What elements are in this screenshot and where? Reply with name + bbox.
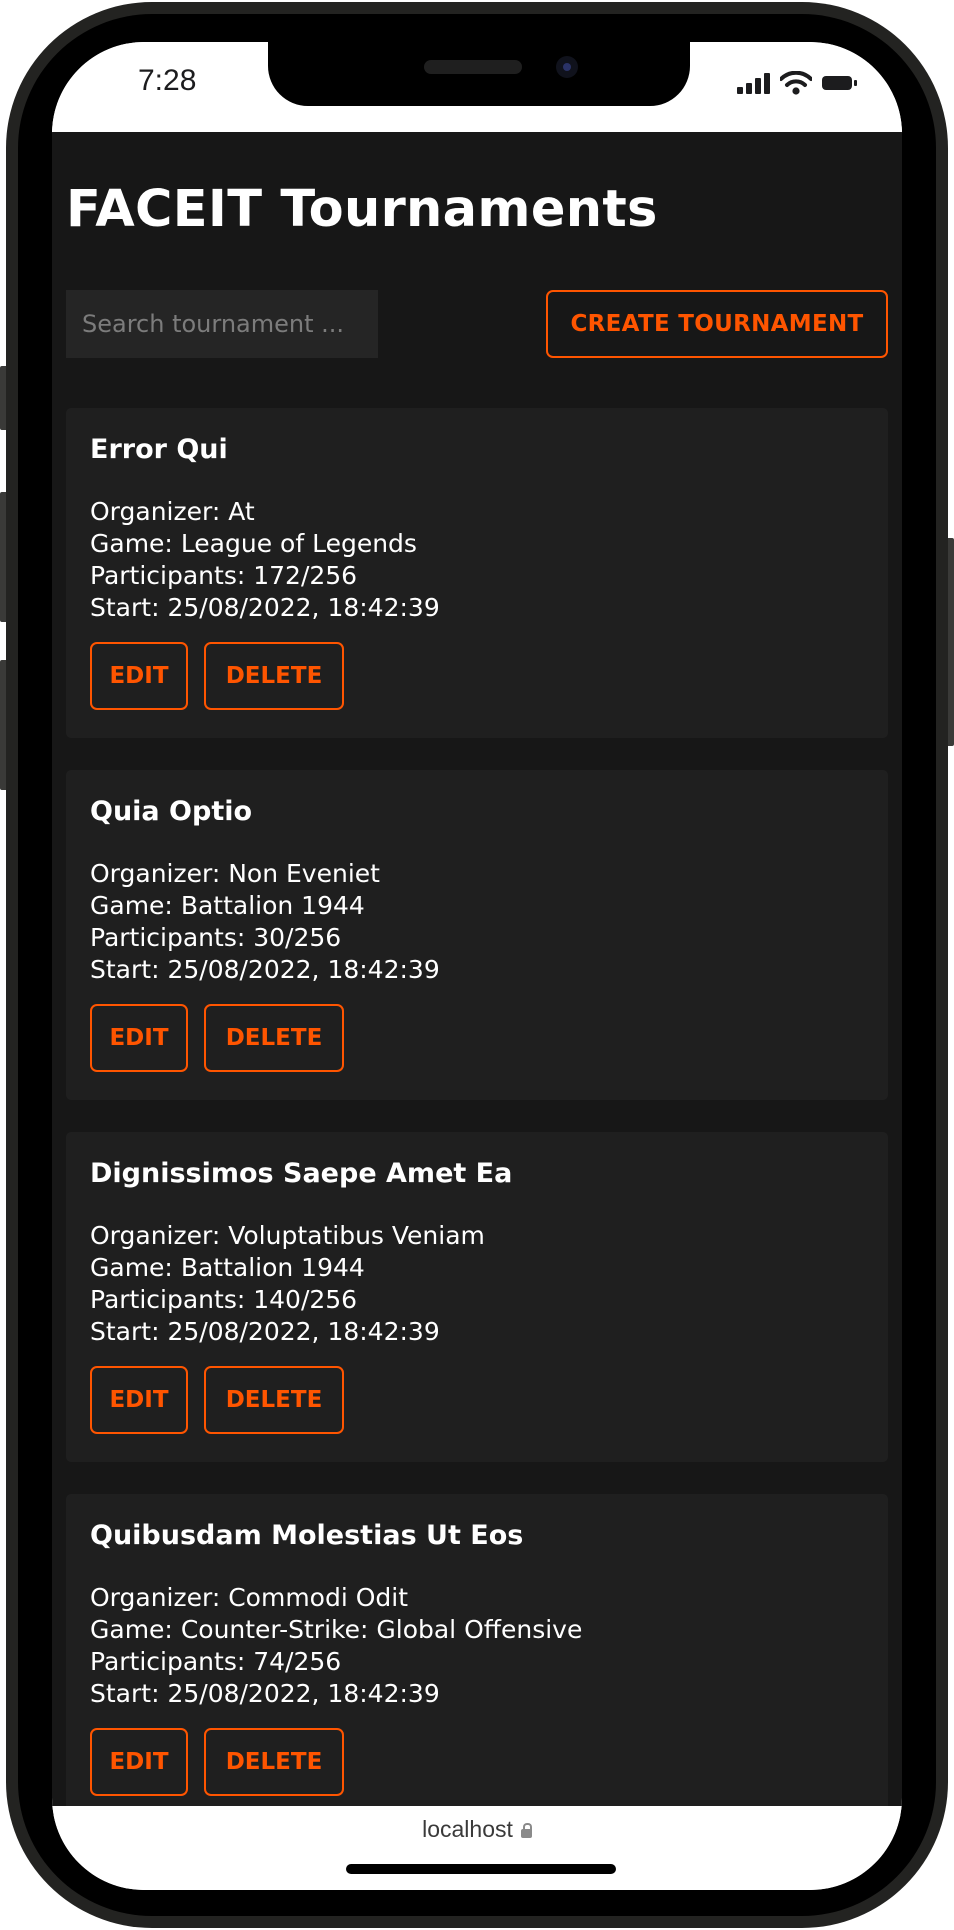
organizer-label: Organizer:: [90, 1221, 221, 1250]
game-label: Game:: [90, 1615, 173, 1644]
participants-label: Participants:: [90, 1647, 246, 1676]
participants-label: Participants:: [90, 561, 246, 590]
card-actions: EDIT DELETE: [90, 1004, 864, 1072]
battery-icon: [822, 76, 857, 90]
signal-icon: [737, 72, 770, 94]
phone-mockup: 7:28 FACEIT Tournaments Search tournamen…: [0, 0, 954, 1930]
home-indicator[interactable]: [346, 1864, 616, 1874]
game-value: League of Legends: [180, 529, 417, 558]
tournament-details: Organizer: Voluptatibus Veniam Game: Bat…: [90, 1220, 864, 1348]
start-label: Start:: [90, 955, 160, 984]
delete-button[interactable]: DELETE: [204, 1004, 344, 1072]
browser-url-bar[interactable]: localhost: [52, 1806, 902, 1890]
notch: [268, 42, 690, 106]
create-tournament-button[interactable]: CREATE TOURNAMENT: [546, 290, 888, 358]
participants-row: Participants: 74/256: [90, 1646, 864, 1678]
game-label: Game:: [90, 891, 173, 920]
organizer-row: Organizer: Non Eveniet: [90, 858, 864, 890]
participants-value: 74/256: [253, 1647, 342, 1676]
participants-label: Participants:: [90, 923, 246, 952]
start-row: Start: 25/08/2022, 18:42:39: [90, 1678, 864, 1710]
game-row: Game: Battalion 1944: [90, 1252, 864, 1284]
tournament-list: Error Qui Organizer: At Game: League of …: [66, 408, 888, 1806]
start-label: Start:: [90, 1679, 160, 1708]
game-row: Game: League of Legends: [90, 528, 864, 560]
edit-button[interactable]: EDIT: [90, 1366, 188, 1434]
start-value: 25/08/2022, 18:42:39: [167, 593, 440, 622]
card-actions: EDIT DELETE: [90, 1728, 864, 1796]
front-camera: [556, 56, 578, 78]
url-display[interactable]: localhost: [52, 1816, 902, 1843]
start-label: Start:: [90, 1317, 160, 1346]
toolbar: CREATE TOURNAMENT: [66, 290, 888, 358]
tournament-name: Quia Optio: [90, 796, 253, 827]
organizer-row: Organizer: Voluptatibus Veniam: [90, 1220, 864, 1252]
participants-row: Participants: 172/256: [90, 560, 864, 592]
card-actions: EDIT DELETE: [90, 642, 864, 710]
delete-button[interactable]: DELETE: [204, 1728, 344, 1796]
tournament-card: Quia Optio Organizer: Non Eveniet Game: …: [66, 770, 888, 1100]
organizer-value: Non Eveniet: [228, 859, 380, 888]
start-row: Start: 25/08/2022, 18:42:39: [90, 1316, 864, 1348]
tournament-name: Error Qui: [90, 434, 228, 465]
tournament-details: Organizer: At Game: League of Legends Pa…: [90, 496, 864, 624]
phone-screen: 7:28 FACEIT Tournaments Search tournamen…: [52, 42, 902, 1890]
organizer-row: Organizer: Commodi Odit: [90, 1582, 864, 1614]
organizer-value: Commodi Odit: [228, 1583, 409, 1612]
wifi-icon: [780, 71, 812, 95]
game-value: Battalion 1944: [180, 1253, 365, 1282]
card-actions: EDIT DELETE: [90, 1366, 864, 1434]
game-row: Game: Battalion 1944: [90, 890, 864, 922]
tournament-name: Dignissimos Saepe Amet Ea: [90, 1158, 513, 1189]
participants-label: Participants:: [90, 1285, 246, 1314]
lock-icon: [520, 1823, 532, 1838]
start-row: Start: 25/08/2022, 18:42:39: [90, 954, 864, 986]
tournament-card: Quibusdam Molestias Ut Eos Organizer: Co…: [66, 1494, 888, 1806]
status-bar: 7:28: [52, 42, 902, 132]
start-value: 25/08/2022, 18:42:39: [167, 955, 440, 984]
participants-row: Participants: 30/256: [90, 922, 864, 954]
app-content: FACEIT Tournaments CREATE TOURNAMENT Err…: [52, 132, 902, 1806]
organizer-label: Organizer:: [90, 1583, 221, 1612]
game-row: Game: Counter-Strike: Global Offensive: [90, 1614, 864, 1646]
status-time: 7:28: [138, 64, 197, 97]
game-label: Game:: [90, 529, 173, 558]
start-value: 25/08/2022, 18:42:39: [167, 1679, 440, 1708]
edit-button[interactable]: EDIT: [90, 1728, 188, 1796]
tournament-name: Quibusdam Molestias Ut Eos: [90, 1520, 524, 1551]
speaker-grille: [424, 60, 522, 74]
search-input[interactable]: [66, 290, 378, 358]
tournament-card: Dignissimos Saepe Amet Ea Organizer: Vol…: [66, 1132, 888, 1462]
organizer-label: Organizer:: [90, 497, 221, 526]
organizer-label: Organizer:: [90, 859, 221, 888]
url-text: localhost: [422, 1816, 513, 1842]
participants-value: 140/256: [253, 1285, 358, 1314]
tournament-card: Error Qui Organizer: At Game: League of …: [66, 408, 888, 738]
start-value: 25/08/2022, 18:42:39: [167, 1317, 440, 1346]
page-title: FACEIT Tournaments: [66, 180, 658, 239]
start-label: Start:: [90, 593, 160, 622]
game-label: Game:: [90, 1253, 173, 1282]
start-row: Start: 25/08/2022, 18:42:39: [90, 592, 864, 624]
organizer-value: Voluptatibus Veniam: [228, 1221, 485, 1250]
delete-button[interactable]: DELETE: [204, 1366, 344, 1434]
edit-button[interactable]: EDIT: [90, 1004, 188, 1072]
status-icons: [737, 68, 857, 98]
game-value: Counter-Strike: Global Offensive: [180, 1615, 583, 1644]
game-value: Battalion 1944: [180, 891, 365, 920]
tournament-details: Organizer: Commodi Odit Game: Counter-St…: [90, 1582, 864, 1710]
edit-button[interactable]: EDIT: [90, 642, 188, 710]
participants-value: 30/256: [253, 923, 342, 952]
organizer-row: Organizer: At: [90, 496, 864, 528]
delete-button[interactable]: DELETE: [204, 642, 344, 710]
participants-value: 172/256: [253, 561, 358, 590]
organizer-value: At: [228, 497, 255, 526]
tournament-details: Organizer: Non Eveniet Game: Battalion 1…: [90, 858, 864, 986]
participants-row: Participants: 140/256: [90, 1284, 864, 1316]
